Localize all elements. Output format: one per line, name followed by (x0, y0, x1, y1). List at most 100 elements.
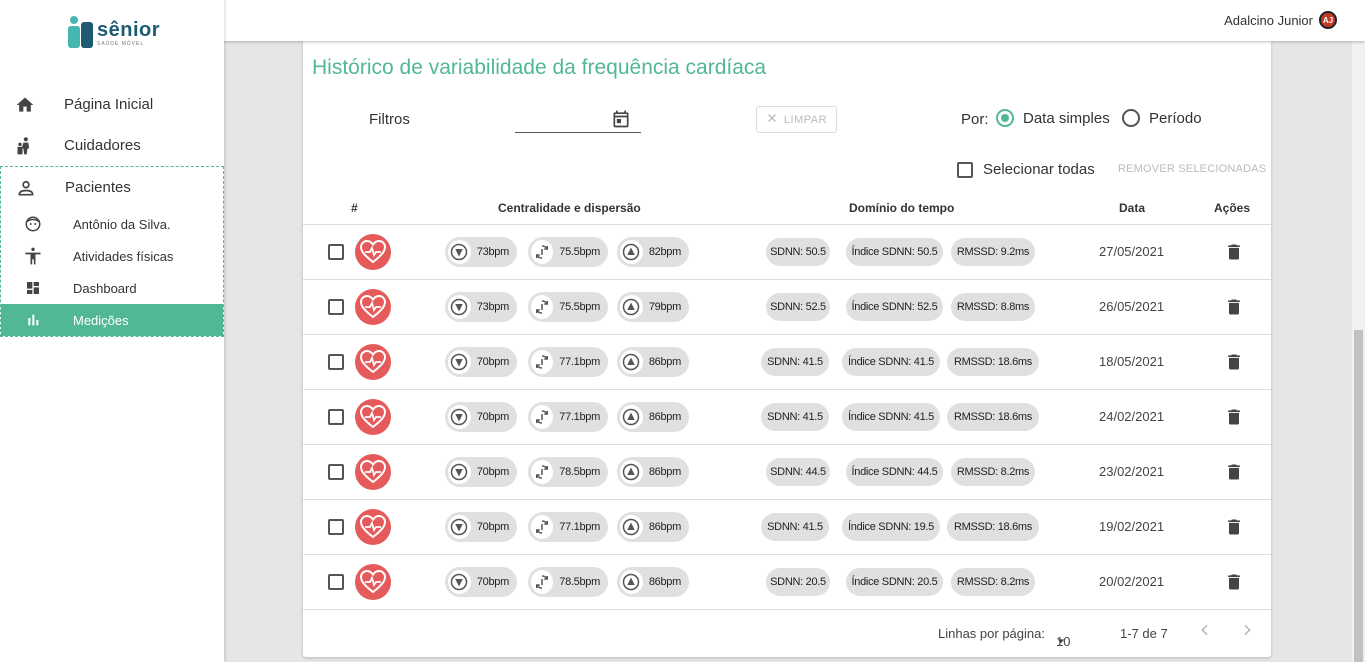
home-icon (14, 94, 36, 116)
sidebar-subitem-label: Medições (73, 312, 129, 328)
max-bpm-chip: 86bpm (617, 402, 689, 432)
sdnn-index-chip: Índice SDNN: 19.5 (842, 513, 940, 541)
remove-selected-button[interactable]: REMOVER SELECIONADAS (1118, 163, 1266, 175)
table-row: 70bpm 77.1bpm 86bpm SDNN: 41.5 Índice SDNN: … (303, 500, 1271, 555)
cycle-icon (531, 570, 554, 594)
max-bpm-value: 86bpm (648, 521, 681, 533)
delete-icon[interactable] (1224, 297, 1244, 322)
row-checkbox[interactable] (328, 354, 344, 370)
avg-bpm-chip: 78.5bpm (528, 457, 608, 487)
max-arrow-icon (620, 515, 643, 539)
row-date: 18/05/2021 (1099, 354, 1165, 369)
face-icon (23, 214, 43, 234)
radio-label: Data simples (1023, 109, 1110, 127)
radio-label: Período (1149, 109, 1202, 127)
avg-bpm-value: 78.5bpm (559, 466, 600, 478)
sdnn-chip: SDNN: 50.5 (766, 238, 830, 266)
heart-rate-icon (355, 509, 391, 545)
table-row: 73bpm 75.5bpm 82bpm SDNN: 50.5 Índice SDNN: … (303, 225, 1271, 280)
max-arrow-icon (620, 240, 643, 264)
avatar[interactable]: AJ (1319, 11, 1337, 29)
rmssd-chip: RMSSD: 18.6ms (947, 513, 1039, 541)
rmssd-chip: RMSSD: 18.6ms (947, 403, 1039, 431)
sidebar-item-label: Cuidadores (64, 137, 141, 154)
delete-icon[interactable] (1224, 517, 1244, 542)
delete-icon[interactable] (1224, 572, 1244, 597)
rmssd-chip: RMSSD: 8.2ms (951, 568, 1035, 596)
delete-icon[interactable] (1224, 352, 1244, 377)
avg-bpm-chip: 77.1bpm (528, 402, 608, 432)
select-all-checkbox[interactable]: Selecionar todas (957, 161, 1095, 178)
table-pagination: Linhas por página: 10 1-7 de 7 (303, 616, 1271, 652)
caregivers-icon (14, 135, 36, 157)
avg-bpm-chip: 75.5bpm (528, 292, 608, 322)
sidebar-subitem-dashboard[interactable]: Dashboard (1, 272, 223, 304)
radio-unchecked-icon (1122, 109, 1140, 127)
page-scrollbar[interactable] (1352, 41, 1365, 662)
delete-icon[interactable] (1224, 462, 1244, 487)
sdnn-chip: SDNN: 41.5 (761, 348, 829, 376)
heart-rate-icon (355, 399, 391, 435)
sidebar-nav: Página Inicial Cuidadores Pacientes Antô… (0, 84, 224, 337)
row-checkbox[interactable] (328, 409, 344, 425)
filter-by-label: Por: (961, 111, 989, 128)
sidebar-item-caregivers[interactable]: Cuidadores (0, 125, 224, 166)
col-header-index: # (351, 201, 358, 215)
heart-rate-icon (355, 454, 391, 490)
sidebar-subitem-label: Antônio da Silva. (73, 216, 171, 232)
next-page-icon[interactable] (1239, 622, 1255, 641)
sidebar-subitem-activities[interactable]: Atividades físicas (1, 240, 223, 272)
avg-bpm-value: 78.5bpm (559, 576, 600, 588)
max-bpm-value: 86bpm (648, 576, 681, 588)
sdnn-index-chip: Índice SDNN: 41.5 (842, 403, 940, 431)
row-checkbox[interactable] (328, 574, 344, 590)
avg-bpm-chip: 78.5bpm (528, 567, 608, 597)
min-bpm-chip: 70bpm (445, 512, 517, 542)
min-arrow-icon (448, 515, 471, 539)
user-name[interactable]: Adalcino Junior (1224, 13, 1313, 28)
clear-filters-button[interactable]: LIMPAR (756, 106, 837, 133)
table-row: 70bpm 78.5bpm 86bpm SDNN: 20.5 Índice SDNN: … (303, 555, 1271, 610)
min-bpm-chip: 70bpm (445, 567, 517, 597)
row-checkbox[interactable] (328, 464, 344, 480)
sidebar-item-patients[interactable]: Pacientes (1, 167, 223, 208)
sdnn-chip: SDNN: 20.5 (766, 568, 830, 596)
logo-name: sênior (97, 18, 161, 41)
row-checkbox[interactable] (328, 299, 344, 315)
radio-simple-date[interactable]: Data simples (996, 109, 1110, 127)
user-menu[interactable]: Adalcino Junior AJ (1224, 11, 1337, 29)
dashboard-icon (23, 278, 43, 298)
max-bpm-chip: 86bpm (617, 567, 689, 597)
sdnn-index-chip: Índice SDNN: 52.5 (846, 293, 943, 321)
sidebar-subitem-patient[interactable]: Antônio da Silva. (1, 208, 223, 240)
min-arrow-icon (448, 350, 471, 374)
max-arrow-icon (620, 460, 643, 484)
avg-bpm-value: 75.5bpm (559, 246, 600, 258)
min-bpm-value: 70bpm (476, 466, 509, 478)
radio-period[interactable]: Período (1122, 109, 1202, 127)
max-bpm-chip: 86bpm (617, 347, 689, 377)
cycle-icon (531, 460, 554, 484)
row-checkbox[interactable] (328, 244, 344, 260)
delete-icon[interactable] (1224, 407, 1244, 432)
min-bpm-value: 70bpm (476, 521, 509, 533)
cycle-icon (531, 515, 554, 539)
avg-bpm-value: 77.1bpm (559, 356, 600, 368)
sidebar-item-home[interactable]: Página Inicial (0, 84, 224, 125)
select-all-label: Selecionar todas (983, 161, 1095, 178)
delete-icon[interactable] (1224, 242, 1244, 267)
checkbox-icon[interactable] (957, 161, 973, 178)
min-arrow-icon (448, 295, 471, 319)
sdnn-chip: SDNN: 41.5 (761, 513, 829, 541)
sidebar-subitem-measurements[interactable]: Medições (1, 304, 223, 336)
app-logo[interactable]: sênior SAÚDE MÓVEL (68, 16, 160, 50)
sdnn-index-chip: Índice SDNN: 41.5 (842, 348, 940, 376)
date-filter-input[interactable] (515, 105, 641, 133)
row-checkbox[interactable] (328, 519, 344, 535)
min-bpm-chip: 70bpm (445, 457, 517, 487)
scrollbar-thumb[interactable] (1354, 330, 1363, 662)
sdnn-index-chip: Índice SDNN: 50.5 (846, 238, 943, 266)
radio-checked-icon (996, 109, 1014, 127)
calendar-icon[interactable] (611, 109, 631, 134)
prev-page-icon[interactable] (1197, 622, 1213, 641)
